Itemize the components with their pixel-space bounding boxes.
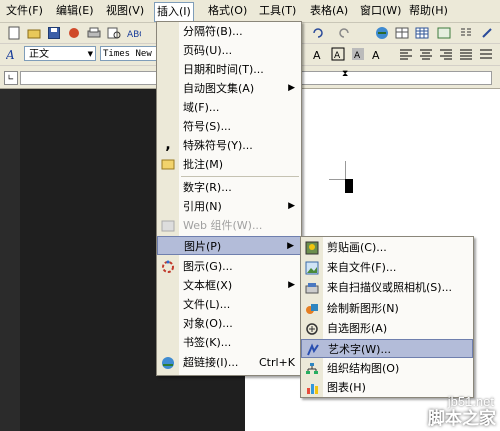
menu-item-break[interactable]: 分隔符(B)... bbox=[157, 22, 301, 41]
submenu-item-new-drawing[interactable]: 绘制新图形(N) bbox=[301, 299, 473, 318]
menu-bar: 文件(F) 编辑(E) 视图(V) 插入(I) 格式(O) 工具(T) 表格(A… bbox=[0, 0, 500, 23]
submenu-item-scanner[interactable]: 来自扫描仪或照相机(S)... bbox=[301, 278, 473, 297]
chart-icon bbox=[304, 380, 320, 395]
comment-icon bbox=[160, 157, 176, 172]
permission-icon[interactable] bbox=[66, 25, 82, 41]
menu-file[interactable]: 文件(F) bbox=[4, 3, 45, 19]
align-left-icon[interactable] bbox=[398, 46, 414, 62]
wordart-icon bbox=[305, 342, 321, 357]
menu-item-picture[interactable]: 图片(P) ▶ bbox=[157, 236, 301, 255]
print-preview-icon[interactable] bbox=[106, 25, 122, 41]
menu-item-object[interactable]: 对象(O)... bbox=[157, 314, 301, 333]
new-document-icon[interactable] bbox=[6, 25, 22, 41]
web-component-icon bbox=[160, 218, 176, 233]
menu-item-special-symbol[interactable]: , 特殊符号(Y)... bbox=[157, 136, 301, 155]
font-dropdown-value: Times New R bbox=[103, 49, 160, 59]
chevron-down-icon: ▼ bbox=[87, 50, 93, 58]
open-folder-icon[interactable] bbox=[26, 25, 42, 41]
undo-icon[interactable] bbox=[310, 25, 326, 41]
justify-icon[interactable] bbox=[458, 46, 474, 62]
menu-item-diagram[interactable]: 图示(G)... bbox=[157, 257, 301, 276]
columns-icon[interactable] bbox=[458, 25, 474, 41]
submenu-arrow-icon: ▶ bbox=[287, 241, 294, 251]
vertical-ruler bbox=[0, 89, 20, 431]
scanner-icon bbox=[304, 280, 320, 295]
svg-text:A: A bbox=[313, 49, 321, 61]
hyperlink-globe-icon bbox=[160, 355, 176, 370]
hyperlink-icon[interactable] bbox=[374, 25, 390, 41]
font-dropdown[interactable]: Times New R bbox=[100, 46, 160, 61]
hyperlink-shortcut: Ctrl+K bbox=[258, 356, 295, 369]
text-cursor bbox=[345, 179, 353, 193]
menu-item-file[interactable]: 文件(L)... bbox=[157, 295, 301, 314]
svg-text:ABC: ABC bbox=[127, 30, 141, 39]
style-dropdown-value: 正文 bbox=[29, 49, 49, 60]
spelling-icon[interactable]: ABC bbox=[126, 25, 142, 41]
autoshapes-icon bbox=[304, 321, 320, 336]
submenu-item-clipart[interactable]: 剪贴画(C)... bbox=[301, 238, 473, 257]
menu-help[interactable]: 帮助(H) bbox=[407, 3, 450, 19]
svg-text:A: A bbox=[6, 48, 15, 61]
redo-icon[interactable] bbox=[336, 25, 352, 41]
new-drawing-icon bbox=[304, 301, 320, 316]
print-icon[interactable] bbox=[86, 25, 102, 41]
margin-marker bbox=[329, 161, 346, 180]
menu-table[interactable]: 表格(A) bbox=[308, 3, 350, 19]
svg-text:A: A bbox=[334, 51, 341, 61]
menu-item-web-component: Web 组件(W)... bbox=[157, 216, 301, 235]
menu-item-comment[interactable]: 批注(M) bbox=[157, 155, 301, 174]
submenu-arrow-icon: ▶ bbox=[288, 83, 295, 93]
menu-item-bookmark[interactable]: 书签(K)... bbox=[157, 333, 301, 352]
menu-edit[interactable]: 编辑(E) bbox=[54, 3, 96, 19]
menu-view[interactable]: 视图(V) bbox=[104, 3, 146, 19]
font-size-up-icon[interactable]: A bbox=[310, 46, 326, 62]
submenu-item-wordart[interactable]: 艺术字(W)... bbox=[301, 339, 473, 358]
diagram-icon bbox=[160, 259, 176, 274]
menu-item-text-box[interactable]: 文本框(X) ▶ bbox=[157, 276, 301, 295]
align-center-icon[interactable] bbox=[418, 46, 434, 62]
char-scaling-icon[interactable]: A bbox=[370, 46, 386, 62]
picture-submenu: 剪贴画(C)... 来自文件(F)... 来自扫描仪或照相机(S)... 绘制新… bbox=[300, 236, 474, 398]
submenu-arrow-icon: ▶ bbox=[288, 201, 295, 211]
menu-item-symbol[interactable]: 符号(S)... bbox=[157, 117, 301, 136]
menu-item-hyperlink[interactable]: 超链接(I)... Ctrl+K bbox=[157, 353, 301, 372]
svg-text:A: A bbox=[372, 49, 380, 61]
svg-text:A: A bbox=[354, 51, 361, 61]
distributed-icon[interactable] bbox=[478, 46, 494, 62]
insert-excel-icon[interactable] bbox=[436, 25, 452, 41]
drawing-icon[interactable] bbox=[480, 25, 496, 41]
menu-item-autotext[interactable]: 自动图文集(A) ▶ bbox=[157, 79, 301, 98]
menu-window[interactable]: 窗口(W) bbox=[358, 3, 403, 19]
submenu-item-org-chart[interactable]: 组织结构图(O) bbox=[301, 359, 473, 378]
style-dropdown[interactable]: 正文 ▼ bbox=[24, 46, 96, 61]
menu-insert[interactable]: 插入(I) bbox=[154, 2, 194, 22]
styles-formatting-icon[interactable]: A bbox=[6, 46, 22, 62]
submenu-arrow-icon: ▶ bbox=[288, 280, 295, 290]
watermark-name: 脚本之家 bbox=[428, 409, 496, 429]
menu-item-number[interactable]: 数字(R)... bbox=[157, 178, 301, 197]
org-chart-icon bbox=[304, 361, 320, 376]
char-border-icon[interactable]: A bbox=[330, 46, 346, 62]
menu-separator bbox=[181, 176, 299, 177]
menu-item-reference[interactable]: 引用(N) ▶ bbox=[157, 197, 301, 216]
clipart-icon bbox=[304, 240, 320, 255]
save-icon[interactable] bbox=[46, 25, 62, 41]
char-shading-icon[interactable]: A bbox=[350, 46, 366, 62]
submenu-item-autoshapes[interactable]: 自选图形(A) bbox=[301, 319, 473, 338]
menu-tools[interactable]: 工具(T) bbox=[257, 3, 298, 19]
picture-file-icon bbox=[304, 260, 320, 275]
menu-item-date-time[interactable]: 日期和时间(T)... bbox=[157, 60, 301, 79]
indent-marker-icon[interactable]: ⧗ bbox=[342, 69, 348, 79]
tab-selector-icon[interactable]: ∟ bbox=[4, 71, 18, 85]
insert-table-icon[interactable] bbox=[414, 25, 430, 41]
tables-borders-icon[interactable] bbox=[394, 25, 410, 41]
menu-item-page-numbers[interactable]: 页码(U)... bbox=[157, 41, 301, 60]
align-right-icon[interactable] bbox=[438, 46, 454, 62]
submenu-item-from-file[interactable]: 来自文件(F)... bbox=[301, 258, 473, 277]
insert-menu: 分隔符(B)... 页码(U)... 日期和时间(T)... 自动图文集(A) … bbox=[156, 21, 302, 376]
menu-format[interactable]: 格式(O) bbox=[206, 3, 249, 19]
comma-symbol-icon: , bbox=[165, 137, 171, 153]
menu-item-field[interactable]: 域(F)... bbox=[157, 98, 301, 117]
